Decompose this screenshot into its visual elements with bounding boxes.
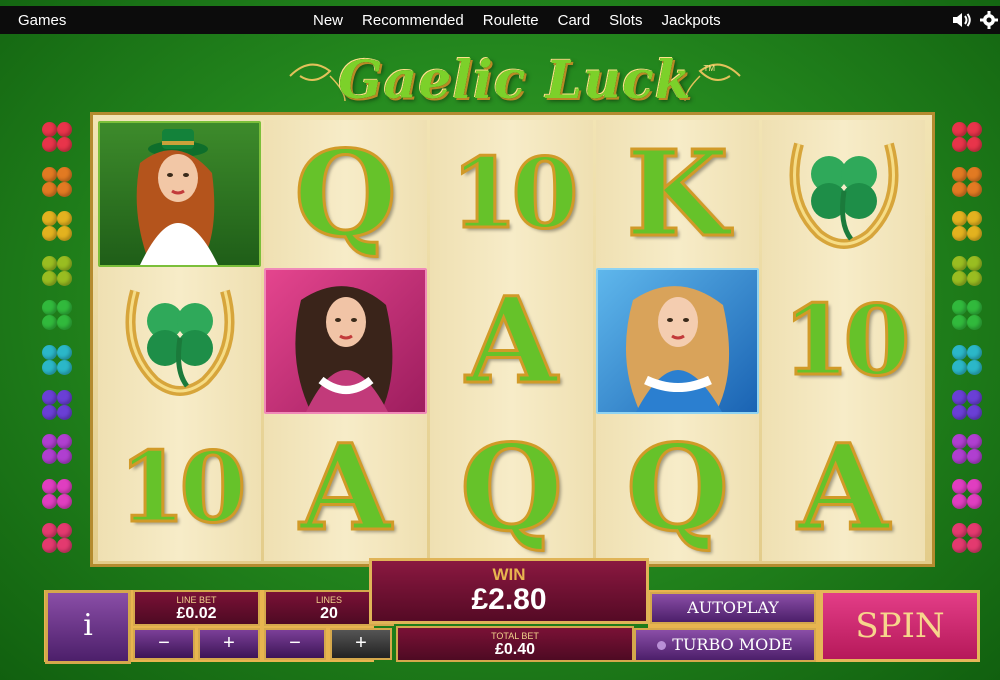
paylines-right	[950, 120, 984, 566]
payline-clover-icon[interactable]	[40, 254, 74, 288]
payline-clover-icon[interactable]	[40, 165, 74, 199]
total-bet-value: £0.40	[494, 641, 536, 658]
payline-clover-icon[interactable]	[950, 521, 984, 555]
payline-clover-icon[interactable]	[40, 432, 74, 466]
turbo-toggle-dot-icon	[657, 641, 667, 650]
gear-icon[interactable]	[980, 11, 998, 29]
symbol-horseshoe-clover	[762, 120, 925, 267]
lines-minus-button[interactable]: −	[264, 628, 326, 660]
payline-clover-icon[interactable]	[40, 521, 74, 555]
nav-jackpots[interactable]: Jackpots	[661, 12, 720, 29]
turbo-mode-label: TURBO MODE	[672, 635, 793, 654]
symbol-redhead-lady	[98, 120, 261, 267]
symbol-label: Q	[625, 417, 731, 559]
symbol-blonde-lady	[596, 267, 759, 414]
game-logo: Gaelic Luck TM	[285, 46, 745, 116]
payline-clover-icon[interactable]	[40, 477, 74, 511]
payline-clover-icon[interactable]	[950, 432, 984, 466]
payline-clover-icon[interactable]	[950, 298, 984, 332]
total-bet-display: TOTAL BET £0.40	[396, 626, 634, 662]
payline-clover-icon[interactable]	[950, 209, 984, 243]
symbol-label: Q	[293, 123, 399, 265]
reel-grid: 10 Q A 10 A Q K Q 10 A	[90, 112, 935, 567]
logo-trademark: TM	[703, 64, 715, 73]
payline-clover-icon[interactable]	[40, 343, 74, 377]
logo-title: Gaelic Luck	[338, 50, 692, 111]
top-nav-bar: Games New Recommended Roulette Card Slot…	[0, 6, 1000, 34]
paylines-left	[40, 120, 74, 566]
nav-card[interactable]: Card	[558, 12, 591, 29]
payline-clover-icon[interactable]	[950, 165, 984, 199]
symbol-ace: A	[264, 414, 427, 561]
symbol-label: 10	[117, 430, 248, 546]
symbol-label: 10	[781, 283, 912, 399]
payline-clover-icon[interactable]	[950, 254, 984, 288]
game-screen: Games New Recommended Roulette Card Slot…	[0, 0, 1000, 680]
symbol-brunette-lady	[264, 267, 427, 414]
sound-icon[interactable]	[952, 12, 972, 28]
payline-clover-icon[interactable]	[950, 388, 984, 422]
reel-2: Q A	[264, 120, 427, 561]
nav-new[interactable]: New	[313, 12, 343, 29]
lines-plus-button[interactable]: +	[330, 628, 392, 660]
turbo-mode-button[interactable]: TURBO MODE	[634, 628, 816, 662]
category-nav: New Recommended Roulette Card Slots Jack…	[313, 12, 721, 29]
symbol-ace: A	[430, 267, 593, 414]
payline-clover-icon[interactable]	[40, 388, 74, 422]
symbol-ten: 10	[430, 120, 593, 267]
line-bet-plus-button[interactable]: +	[198, 628, 260, 660]
reel-3: 10 A Q	[430, 120, 593, 561]
spin-button[interactable]: SPIN	[820, 590, 980, 662]
symbol-label: A	[796, 417, 891, 559]
symbol-queen: Q	[264, 120, 427, 267]
win-display: WIN £2.80	[369, 558, 649, 624]
symbol-queen: Q	[596, 414, 759, 561]
win-label: WIN	[492, 565, 526, 584]
reel-4: K Q	[596, 120, 759, 561]
symbol-ace: A	[762, 414, 925, 561]
nav-roulette[interactable]: Roulette	[483, 12, 539, 29]
info-button[interactable]: i	[45, 590, 131, 664]
games-link[interactable]: Games	[18, 12, 66, 29]
payline-clover-icon[interactable]	[950, 477, 984, 511]
line-bet-value: £0.02	[176, 605, 217, 622]
autoplay-button[interactable]: AUTOPLAY	[650, 592, 816, 624]
payline-clover-icon[interactable]	[40, 120, 74, 154]
symbol-ten: 10	[762, 267, 925, 414]
symbol-label: A	[298, 417, 393, 559]
payline-clover-icon[interactable]	[40, 209, 74, 243]
payline-clover-icon[interactable]	[40, 298, 74, 332]
line-bet-label: LINE BET	[176, 595, 217, 605]
symbol-ten: 10	[98, 414, 261, 561]
line-bet-display: LINE BET £0.02	[133, 590, 260, 626]
reel-1: 10	[98, 120, 261, 561]
payline-clover-icon[interactable]	[950, 343, 984, 377]
win-value: £2.80	[471, 583, 547, 616]
symbol-horseshoe-clover	[98, 267, 261, 414]
symbol-label: 10	[449, 136, 580, 252]
symbol-queen: Q	[430, 414, 593, 561]
nav-slots[interactable]: Slots	[609, 12, 642, 29]
line-bet-minus-button[interactable]: −	[133, 628, 195, 660]
reel-5: 10 A	[762, 120, 925, 561]
symbol-label: K	[625, 123, 731, 265]
total-bet-label: TOTAL BET	[491, 631, 539, 641]
symbol-label: A	[464, 270, 559, 412]
nav-recommended[interactable]: Recommended	[362, 12, 464, 29]
symbol-label: Q	[459, 417, 565, 559]
symbol-king: K	[596, 120, 759, 267]
payline-clover-icon[interactable]	[950, 120, 984, 154]
